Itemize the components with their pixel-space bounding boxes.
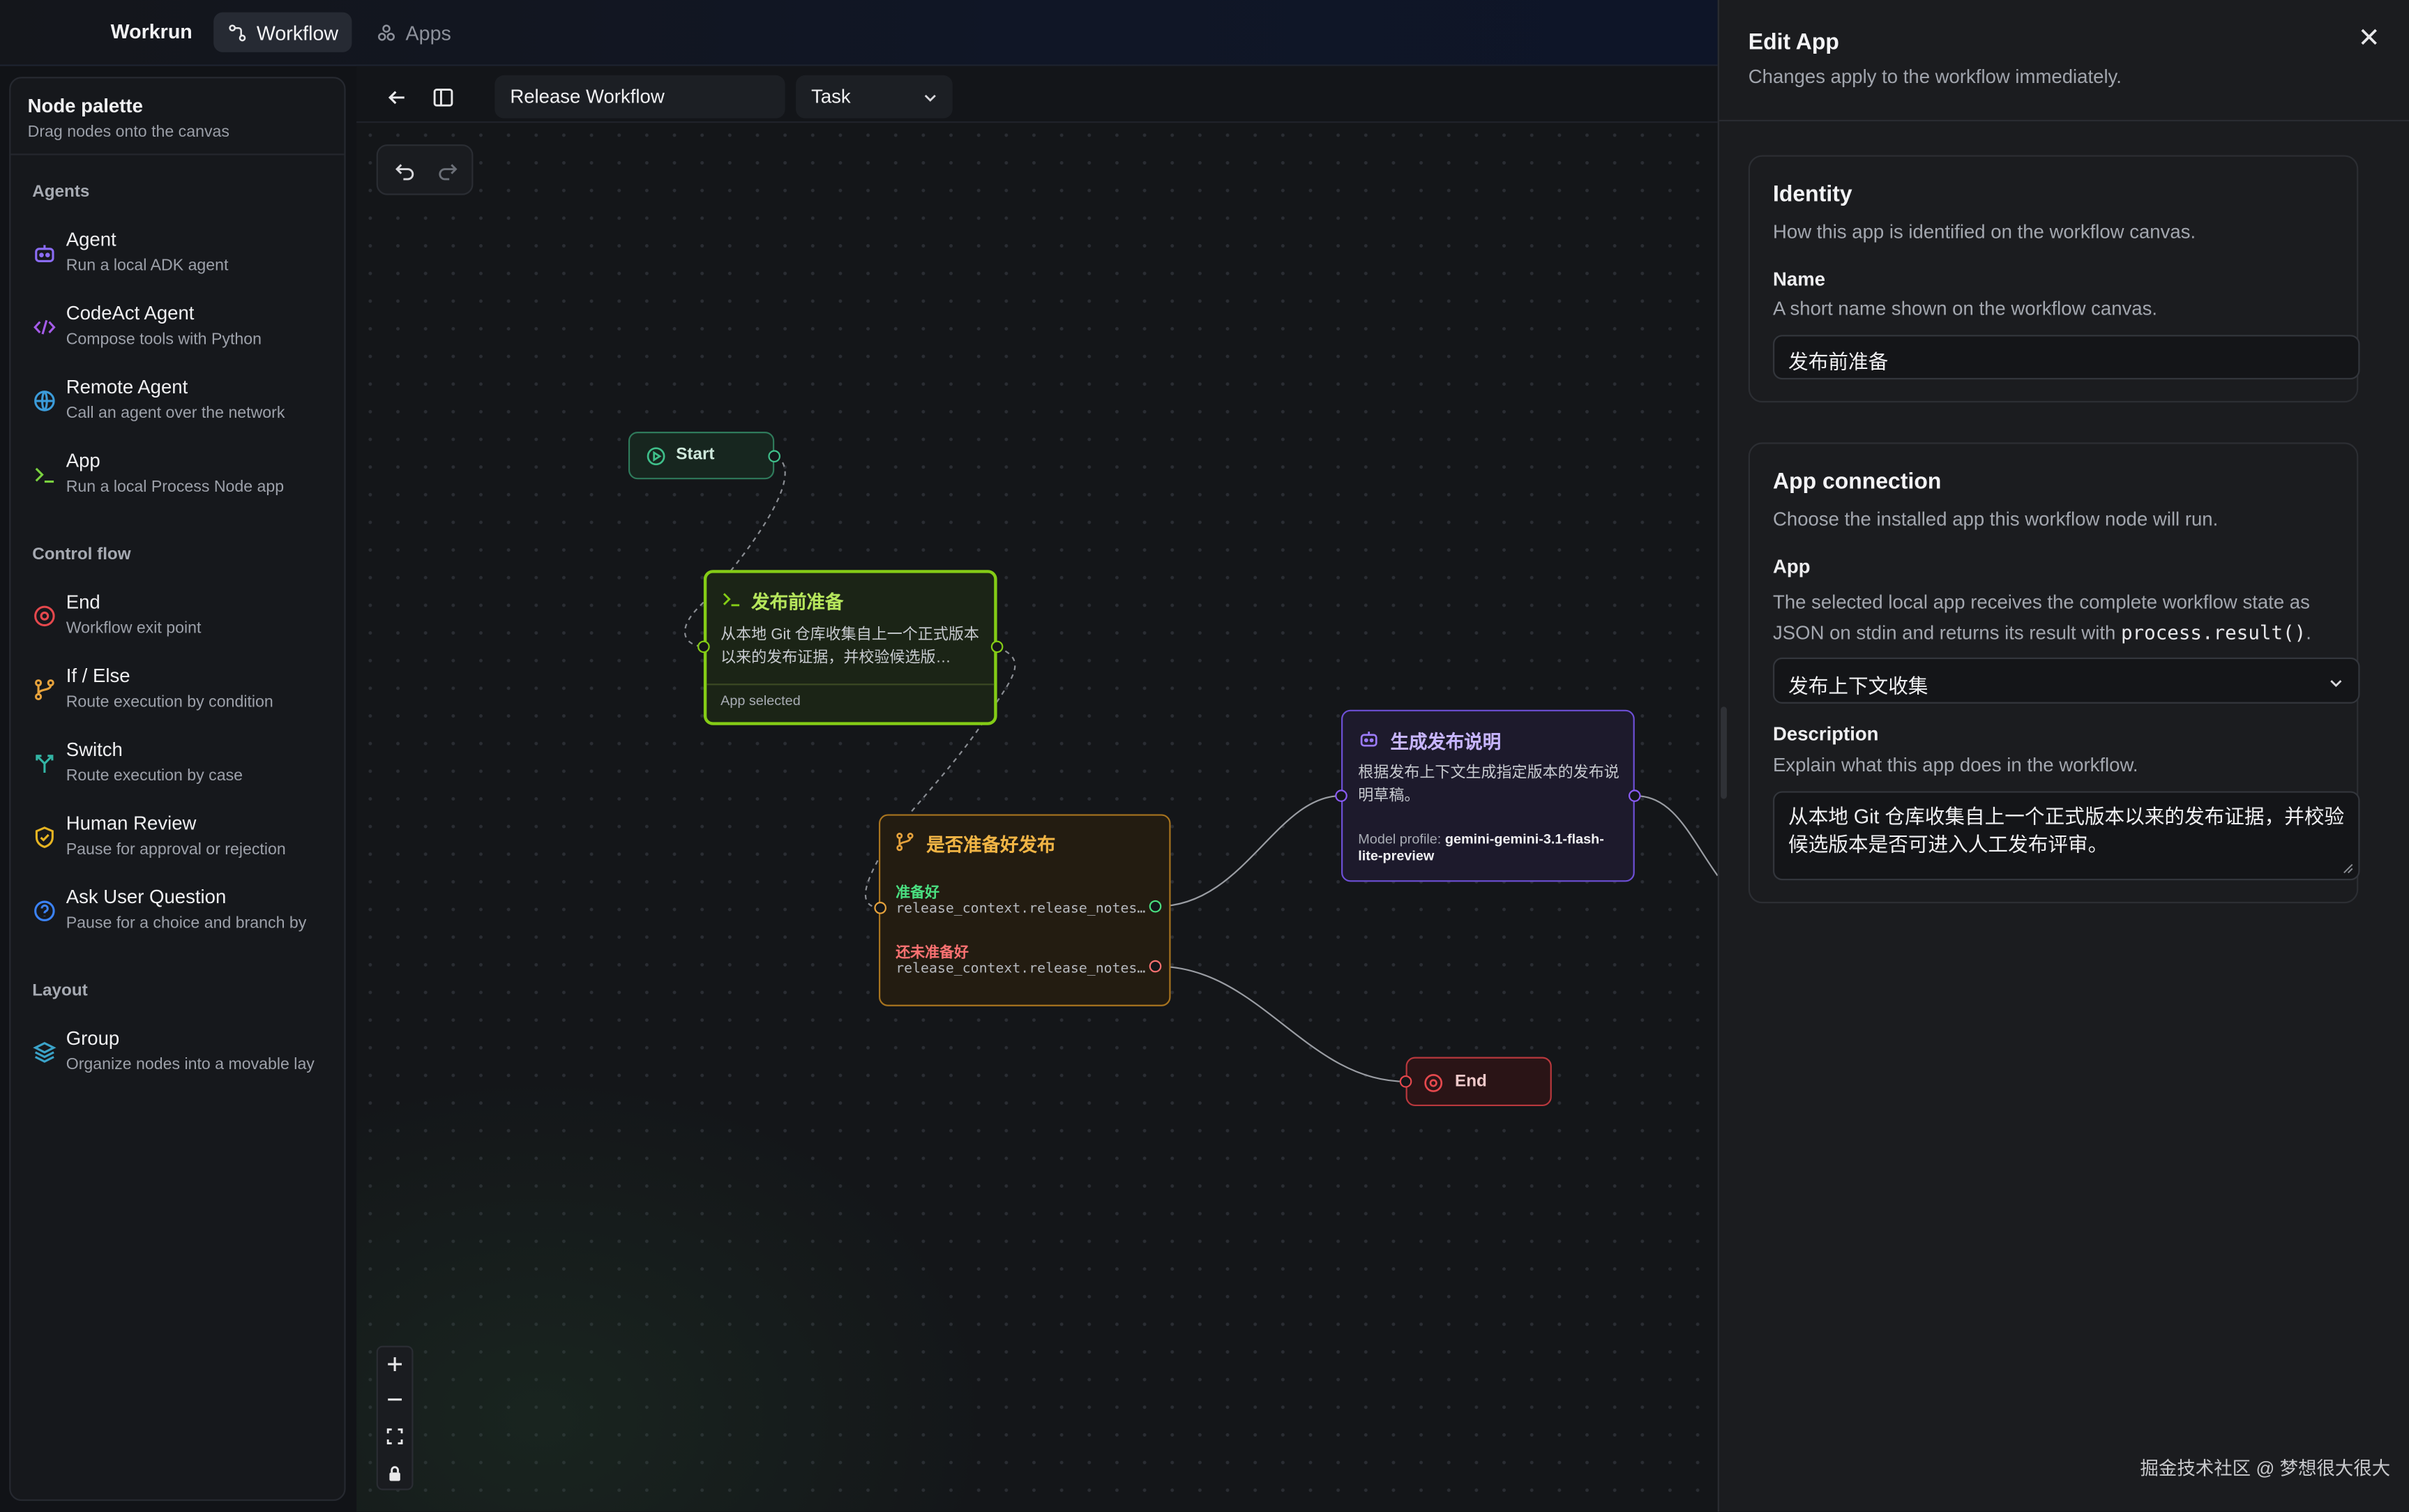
panel-subtitle: Changes apply to the workflow immediatel… bbox=[1748, 66, 2122, 88]
fit-view-icon bbox=[386, 1428, 403, 1444]
zoom-controls bbox=[376, 1345, 414, 1490]
robot-icon bbox=[1360, 731, 1377, 747]
panel-header: Edit App Changes apply to the workflow i… bbox=[1719, 0, 2409, 122]
agent-output-port[interactable] bbox=[1628, 789, 1641, 802]
terminal-icon bbox=[723, 593, 740, 607]
app-node-selected[interactable]: 发布前准备 从本地 Git 仓库收集自上一个正式版本以来的发布证据，并校验候选版… bbox=[703, 570, 997, 725]
connection-subtitle: Choose the installed app this workflow n… bbox=[1773, 508, 2219, 530]
edge-ifelse-agent bbox=[1156, 794, 1342, 907]
start-node-label: Start bbox=[676, 445, 715, 464]
name-input[interactable]: 发布前准备 bbox=[1773, 335, 2360, 380]
app-select[interactable]: 发布上下文收集 bbox=[1773, 657, 2360, 704]
lock-icon bbox=[389, 1466, 400, 1481]
agent-node-title: 生成发布说明 bbox=[1390, 731, 1502, 753]
branch-icon bbox=[896, 833, 914, 852]
description-hint: Explain what this app does in the workfl… bbox=[1773, 754, 2138, 776]
agent-node-profile: Model profile: gemini-gemini-3.1-flash-l… bbox=[1358, 831, 1622, 865]
branch-ready-port[interactable] bbox=[1149, 900, 1162, 913]
model-profile-label: Model profile: bbox=[1358, 831, 1442, 847]
resize-grip-icon[interactable] bbox=[2340, 861, 2354, 875]
agent-node[interactable]: 生成发布说明 根据发布上下文生成指定版本的发布说明草稿。 Model profi… bbox=[1341, 709, 1635, 882]
description-label: Description bbox=[1773, 723, 1879, 746]
description-value: 从本地 Git 仓库收集自上一个正式版本以来的发布证据，并校验候选版本是否可进入… bbox=[1788, 805, 2345, 856]
if-else-input-port[interactable] bbox=[874, 902, 887, 914]
identity-subtitle: How this app is identified on the workfl… bbox=[1773, 221, 2196, 243]
app-node-footer: App selected bbox=[720, 693, 801, 709]
app-hint-line-2: JSON on stdin and returns its result wit… bbox=[1773, 622, 2116, 644]
app-label: App bbox=[1773, 556, 1811, 578]
branch-not-ready-expr: release_context.release_notes… bbox=[896, 961, 1146, 977]
watermark: 掘金技术社区 @ 梦想很大很大 bbox=[2140, 1458, 2391, 1480]
description-textarea[interactable]: 从本地 Git 仓库收集自上一个正式版本以来的发布证据，并校验候选版本是否可进入… bbox=[1773, 791, 2360, 881]
if-else-node[interactable]: 是否准备好发布 准备好 release_context.release_note… bbox=[879, 814, 1171, 1006]
branch-ready-expr: release_context.release_notes… bbox=[896, 902, 1146, 918]
zoom-out-button[interactable] bbox=[378, 1383, 411, 1416]
app-output-port[interactable] bbox=[990, 640, 1004, 653]
app-select-value: 发布上下文收集 bbox=[1788, 674, 1928, 698]
zoom-in-icon bbox=[388, 1357, 402, 1371]
zoom-out-icon bbox=[388, 1398, 402, 1401]
app-node-title: 发布前准备 bbox=[751, 591, 844, 613]
edit-app-panel: Edit App Changes apply to the workflow i… bbox=[1717, 0, 2409, 1512]
lock-canvas-button[interactable] bbox=[378, 1456, 411, 1490]
panel-resize-handle[interactable] bbox=[1721, 706, 1727, 799]
end-input-port[interactable] bbox=[1399, 1075, 1412, 1088]
branch-not-ready-port[interactable] bbox=[1149, 960, 1162, 973]
edge-agent-next bbox=[1634, 794, 1719, 877]
end-node-label: End bbox=[1455, 1072, 1487, 1091]
close-icon[interactable] bbox=[2355, 23, 2383, 51]
app-hint-line-1: The selected local app receives the comp… bbox=[1773, 591, 2310, 613]
app-root: Workrun Workflow Apps Node palette Drag … bbox=[0, 0, 2409, 1512]
edge-ifelse-end bbox=[1156, 965, 1406, 1082]
app-hint-end: . bbox=[2306, 622, 2311, 644]
app-connection-card: App connection Choose the installed app … bbox=[1748, 442, 2360, 904]
if-else-node-title: 是否准备好发布 bbox=[926, 834, 1056, 856]
identity-card: Identity How this app is identified on t… bbox=[1748, 155, 2360, 403]
start-node[interactable]: Start bbox=[628, 431, 775, 480]
agent-input-port[interactable] bbox=[1335, 789, 1347, 802]
zoom-in-button[interactable] bbox=[378, 1347, 411, 1381]
fit-view-button[interactable] bbox=[378, 1419, 411, 1453]
app-node-divider bbox=[707, 683, 995, 686]
stop-circle-icon bbox=[1424, 1074, 1443, 1092]
start-output-port[interactable] bbox=[768, 450, 781, 463]
app-input-port[interactable] bbox=[697, 640, 710, 653]
name-hint: A short name shown on the workflow canva… bbox=[1773, 298, 2158, 320]
panel-title: Edit App bbox=[1748, 31, 1839, 56]
end-node[interactable]: End bbox=[1405, 1057, 1552, 1107]
play-circle-icon bbox=[647, 447, 665, 466]
identity-title: Identity bbox=[1773, 183, 1852, 208]
name-label: Name bbox=[1773, 269, 1826, 291]
connection-title: App connection bbox=[1773, 470, 1942, 495]
app-hint: The selected local app receives the comp… bbox=[1773, 587, 2357, 648]
app-hint-code: process.result() bbox=[2120, 620, 2306, 644]
app-node-description: 从本地 Git 仓库收集自上一个正式版本以来的发布证据，并校验候选版… bbox=[720, 626, 979, 667]
chevron-down-icon bbox=[2330, 680, 2342, 688]
agent-node-description: 根据发布上下文生成指定版本的发布说明草稿。 bbox=[1358, 764, 1619, 806]
